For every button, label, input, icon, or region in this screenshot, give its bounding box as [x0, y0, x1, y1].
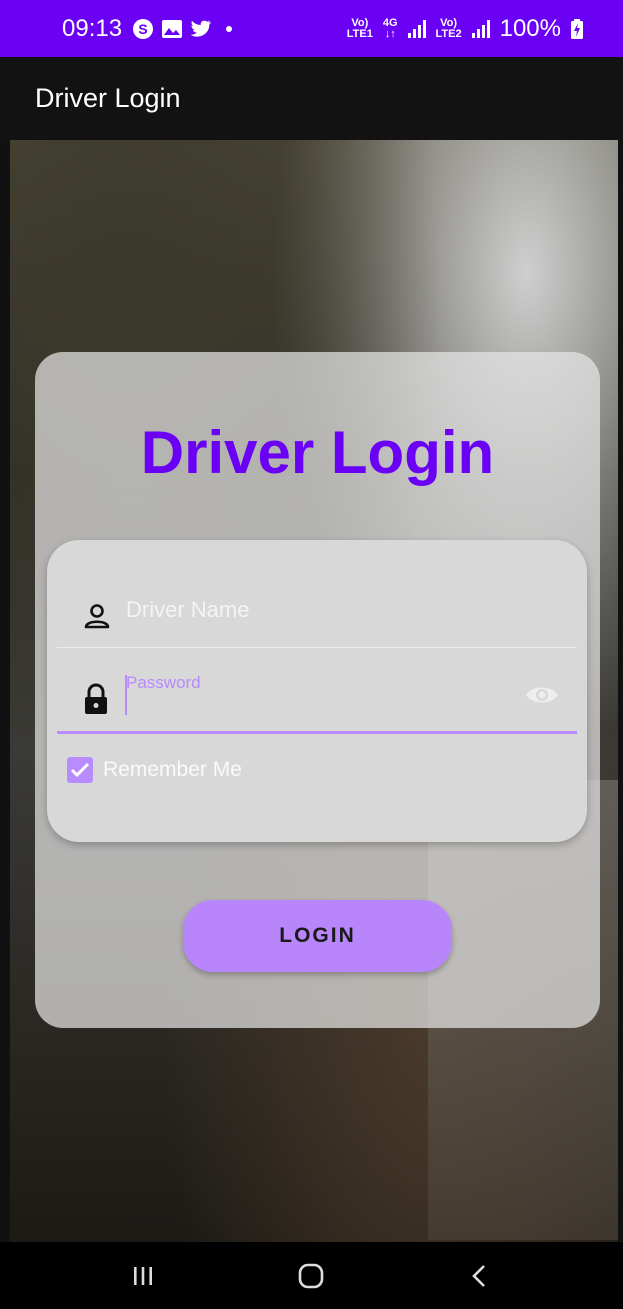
- app-bar: Driver Login: [0, 57, 623, 140]
- twitter-icon: [190, 20, 212, 37]
- remember-me-checkbox[interactable]: [67, 757, 93, 783]
- login-title: Driver Login: [140, 419, 495, 486]
- driver-name-placeholder: Driver Name: [126, 597, 250, 622]
- remember-me-label: Remember Me: [103, 758, 242, 781]
- skype-icon: S: [133, 18, 154, 39]
- app-bar-title: Driver Login: [35, 83, 181, 113]
- sim2-volte-indicator: Vo) LTE2: [435, 16, 462, 40]
- network-type: 4G ↓↑: [382, 16, 398, 40]
- password-label: Password: [126, 673, 201, 692]
- back-icon[interactable]: [468, 1262, 492, 1290]
- password-field[interactable]: Password: [57, 665, 577, 734]
- check-icon: [70, 762, 90, 778]
- driver-name-field[interactable]: Driver Name: [57, 585, 577, 648]
- sim1-volte-indicator: Vo) LTE1: [346, 16, 373, 40]
- signal-icon-2: [471, 19, 490, 38]
- text-cursor: [125, 675, 127, 715]
- remember-me-row[interactable]: Remember Me: [67, 757, 242, 783]
- recents-icon[interactable]: [131, 1264, 155, 1288]
- eye-icon[interactable]: [525, 683, 559, 707]
- status-time: 09:13: [62, 14, 123, 42]
- svg-text:S: S: [138, 21, 147, 37]
- battery-percent: 100%: [499, 14, 561, 42]
- navigation-bar: [0, 1242, 623, 1309]
- signal-icon: [407, 19, 426, 38]
- image-icon: [162, 19, 183, 38]
- login-button[interactable]: LOGIN: [183, 900, 452, 972]
- status-bar: 09:13 S Vo) LTE1 4G ↓↑ Vo) LTE2 100%: [0, 0, 623, 57]
- person-icon: [84, 604, 110, 629]
- lock-icon: [85, 683, 107, 714]
- home-icon[interactable]: [297, 1262, 325, 1290]
- battery-charging-icon: [571, 18, 583, 39]
- dot-icon: [226, 25, 233, 32]
